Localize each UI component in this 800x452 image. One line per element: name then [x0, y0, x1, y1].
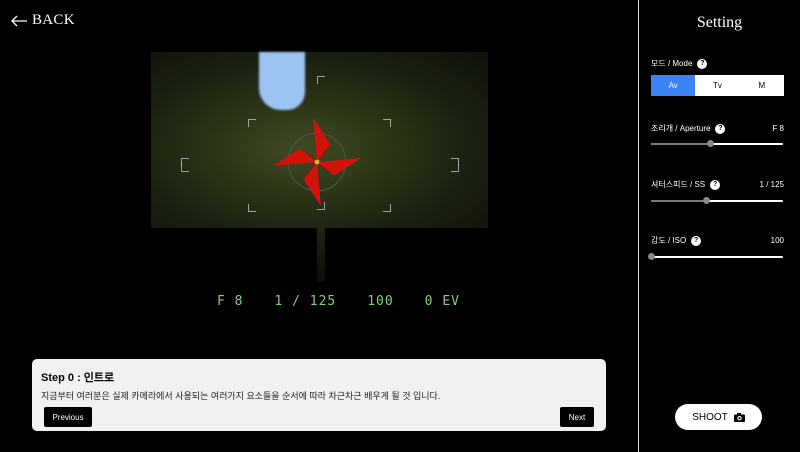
mode-option-av[interactable]: Av [651, 75, 696, 96]
iso-slider[interactable] [647, 253, 783, 261]
help-icon[interactable]: ? [715, 123, 726, 134]
viewfinder-scene [151, 52, 488, 282]
iso-label: 감도 / ISO [651, 236, 687, 245]
iso-value: 100 [770, 236, 784, 245]
previous-button[interactable]: Previous [44, 407, 92, 427]
af-point [248, 204, 256, 212]
help-icon[interactable]: ? [697, 58, 708, 69]
mode-label-row: 모드 / Mode ? [651, 58, 708, 69]
aperture-value: F 8 [772, 124, 784, 133]
slider-fill [651, 143, 711, 145]
af-point [317, 202, 325, 210]
mode-label: 모드 / Mode [651, 59, 693, 68]
readout-shutter: 1 / 125 [274, 294, 337, 309]
readout-ev: 0 EV [424, 294, 460, 309]
settings-panel: Setting 모드 / Mode ? Av Tv M 조리개 / Apertu… [639, 0, 800, 452]
slider-thumb[interactable] [702, 197, 710, 204]
af-point [451, 164, 459, 172]
af-point [248, 119, 256, 127]
af-point [383, 204, 391, 212]
help-icon[interactable]: ? [710, 179, 721, 190]
slider-track [651, 256, 783, 258]
camera-icon [733, 412, 745, 422]
aperture-slider[interactable] [651, 140, 783, 148]
af-point [317, 76, 325, 84]
tutorial-text: 지금부터 여러분은 실제 카메라에서 사용되는 여러가지 요소들을 순서에 따라… [41, 391, 441, 401]
exposure-readout: F 8 1 / 125 100 0 EV [151, 294, 488, 309]
shutter-value: 1 / 125 [759, 180, 784, 189]
readout-iso: 100 [367, 294, 394, 309]
slider-fill [651, 200, 707, 202]
pinwheel-stem [317, 202, 325, 282]
shutter-label: 셔터스피드 / SS [651, 180, 706, 189]
arrow-left-icon [11, 15, 27, 26]
settings-title: Setting [696, 14, 743, 31]
aperture-label: 조리개 / Aperture [651, 124, 711, 133]
tutorial-title: Step 0 : 인트로 [41, 372, 115, 384]
mode-option-tv[interactable]: Tv [695, 75, 739, 96]
background-blue-object [259, 52, 305, 110]
aperture-label-row: 조리개 / Aperture ? [651, 123, 726, 134]
shoot-button[interactable]: SHOOT [675, 404, 762, 430]
iso-label-row: 감도 / ISO ? [651, 235, 702, 246]
shoot-label: SHOOT [692, 411, 728, 423]
mode-option-m[interactable]: M [740, 75, 784, 96]
slider-thumb[interactable] [706, 140, 714, 147]
af-point [181, 164, 189, 172]
af-point [383, 119, 391, 127]
shutter-label-row: 셔터스피드 / SS ? [651, 179, 721, 190]
back-button[interactable]: BACK [10, 12, 75, 29]
pinwheel-subject [272, 117, 362, 207]
shutter-slider[interactable] [651, 197, 783, 205]
back-label: BACK [32, 12, 75, 28]
next-button[interactable]: Next [560, 407, 594, 427]
tutorial-panel: Step 0 : 인트로 지금부터 여러분은 실제 카메라에서 사용되는 여러가… [32, 359, 606, 431]
help-icon[interactable]: ? [691, 235, 702, 246]
slider-thumb[interactable] [647, 253, 655, 260]
mode-selector: Av Tv M [651, 75, 784, 96]
readout-aperture: F 8 [217, 294, 244, 309]
